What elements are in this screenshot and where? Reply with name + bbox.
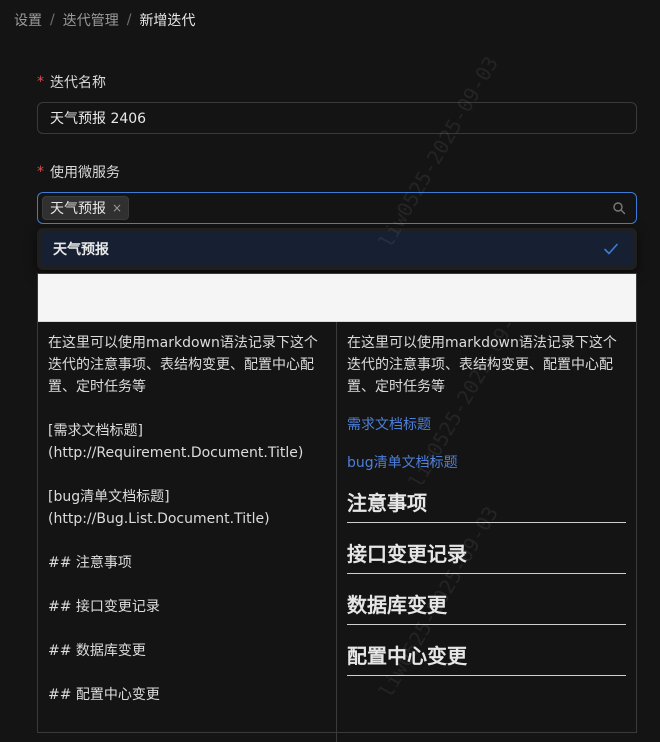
breadcrumb: 设置 / 迭代管理 / 新增迭代 xyxy=(14,10,195,30)
check-icon xyxy=(604,243,618,255)
source-line: [需求文档标题] (http://Requirement.Document.Ti… xyxy=(48,423,304,461)
selected-service-tag: 天气预报 × xyxy=(42,196,130,220)
source-line: [bug清单文档标题] (http://Bug.List.Document.Ti… xyxy=(48,489,270,527)
search-icon xyxy=(613,202,626,215)
preview-link-bug-list-doc[interactable]: bug清单文档标题 xyxy=(347,452,626,474)
selected-service-tag-label: 天气预报 xyxy=(50,201,106,217)
dropdown-option-weather-forecast[interactable]: 天气预报 xyxy=(41,232,633,266)
microservices-dropdown: 天气预报 xyxy=(37,228,637,270)
markdown-source-pane[interactable]: 在这里可以使用markdown语法记录下这个迭代的注意事项、表结构变更、配置中心… xyxy=(38,322,337,742)
iteration-form: * 迭代名称 天气预报 2406 * 使用微服务 天气预报 × 天气预报 xyxy=(37,72,637,270)
iteration-name-input[interactable]: 天气预报 2406 xyxy=(37,102,637,134)
source-line: ## 配置中心变更 xyxy=(48,687,160,703)
breadcrumb-separator: / xyxy=(50,12,55,28)
tag-close-icon[interactable]: × xyxy=(112,201,122,215)
iteration-name-label: * 迭代名称 xyxy=(37,72,637,92)
dropdown-option-label: 天气预报 xyxy=(53,242,109,258)
breadcrumb-item-new-iteration: 新增迭代 xyxy=(139,13,196,29)
iteration-name-value: 天气预报 2406 xyxy=(50,111,147,127)
iteration-name-label-text: 迭代名称 xyxy=(50,75,106,91)
required-mark: * xyxy=(37,164,44,180)
markdown-editor: 在这里可以使用markdown语法记录下这个迭代的注意事项、表结构变更、配置中心… xyxy=(37,273,637,742)
preview-heading-config-changes: 配置中心变更 xyxy=(347,643,626,676)
preview-link-requirement-doc[interactable]: 需求文档标题 xyxy=(347,414,626,436)
markdown-preview-pane: 在这里可以使用markdown语法记录下这个迭代的注意事项、表结构变更、配置中心… xyxy=(337,322,636,742)
breadcrumb-item-iteration-management[interactable]: 迭代管理 xyxy=(63,10,119,30)
preview-intro: 在这里可以使用markdown语法记录下这个迭代的注意事项、表结构变更、配置中心… xyxy=(347,335,617,395)
editor-body: 在这里可以使用markdown语法记录下这个迭代的注意事项、表结构变更、配置中心… xyxy=(38,322,636,742)
preview-heading-notes: 注意事项 xyxy=(347,490,626,523)
preview-heading-db-changes: 数据库变更 xyxy=(347,592,626,625)
microservices-label: * 使用微服务 xyxy=(37,162,637,182)
breadcrumb-separator: / xyxy=(126,12,132,28)
source-line: 在这里可以使用markdown语法记录下这个迭代的注意事项、表结构变更、配置中心… xyxy=(48,335,318,395)
editor-toolbar xyxy=(38,274,636,322)
required-mark: * xyxy=(37,74,44,90)
microservices-label-text: 使用微服务 xyxy=(50,165,120,181)
breadcrumb-item-settings[interactable]: 设置 xyxy=(14,10,42,30)
preview-heading-api-changes: 接口变更记录 xyxy=(347,541,626,574)
microservices-select[interactable]: 天气预报 × xyxy=(37,192,637,224)
source-line: ## 注意事项 xyxy=(48,555,132,571)
source-line: ## 数据库变更 xyxy=(48,643,146,659)
source-line: ## 接口变更记录 xyxy=(48,599,160,615)
